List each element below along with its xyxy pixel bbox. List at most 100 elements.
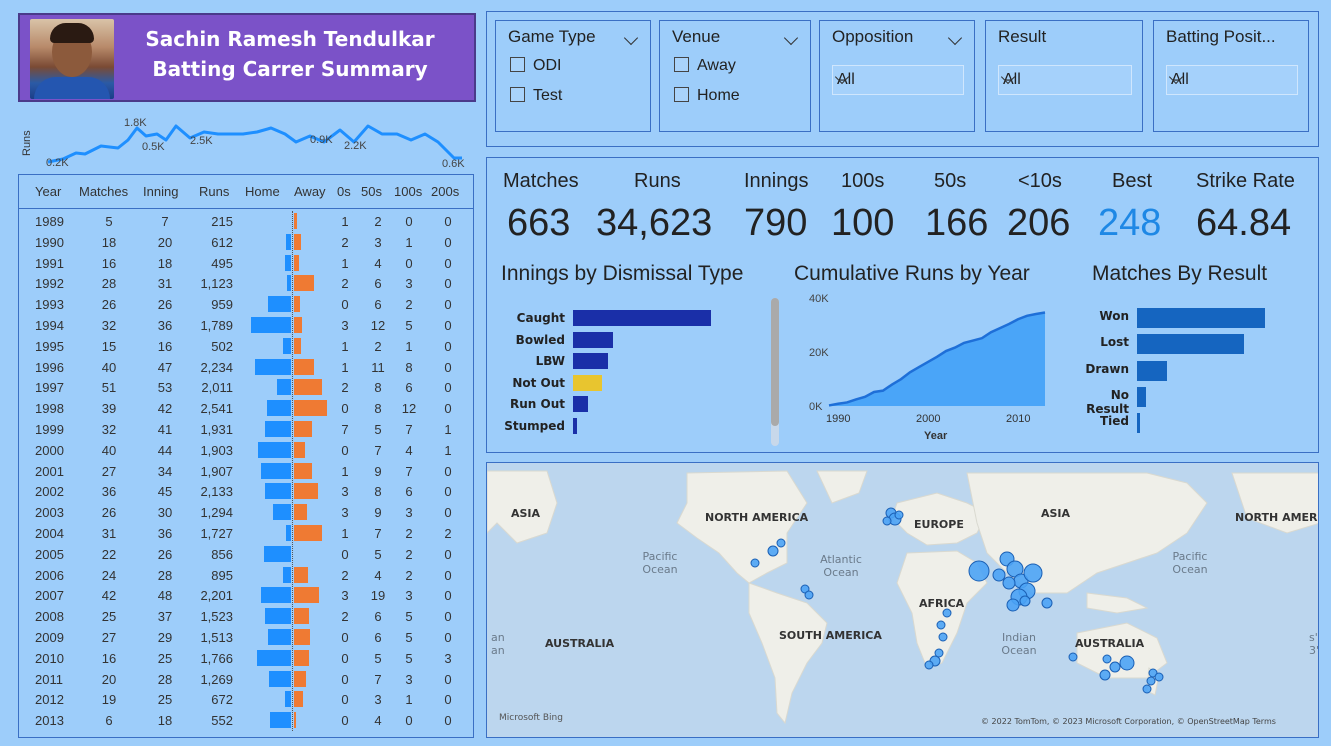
cell-matches: 51	[101, 380, 117, 396]
table-row[interactable]: 2006 24 28 895 2 4 2 0	[19, 565, 473, 586]
table-row[interactable]: 2013 6 18 552 0 4 0 0	[19, 710, 473, 731]
table-row[interactable]: 1989 5 7 215 1 2 0 0	[19, 211, 473, 232]
table-row[interactable]: 1993 26 26 959 0 6 2 0	[19, 294, 473, 315]
chevron-down-icon[interactable]	[783, 30, 799, 46]
venue-marker[interactable]	[882, 516, 892, 526]
col-matches[interactable]: Matches	[79, 184, 128, 199]
table-row[interactable]: 2012 19 25 672 0 3 1 0	[19, 689, 473, 710]
world-map-svg[interactable]	[487, 463, 1319, 738]
venue-marker[interactable]	[1119, 655, 1135, 671]
chevron-down-icon[interactable]	[947, 30, 963, 46]
venue-marker[interactable]	[1023, 563, 1043, 583]
table-row[interactable]: 1996 40 47 2,234 1 11 8 0	[19, 357, 473, 378]
opposition-dropdown[interactable]: All	[832, 65, 964, 95]
chevron-down-icon[interactable]	[623, 30, 639, 46]
col-home[interactable]: Home	[245, 184, 280, 199]
result-bar[interactable]	[1137, 334, 1244, 355]
table-row[interactable]: 1999 32 41 1,931 7 5 7 1	[19, 419, 473, 440]
venue-marker[interactable]	[936, 620, 946, 630]
col-away[interactable]: Away	[294, 184, 326, 199]
table-row[interactable]: 1997 51 53 2,011 2 8 6 0	[19, 377, 473, 398]
cell-innings: 34	[157, 463, 173, 479]
venue-marker[interactable]	[767, 545, 779, 557]
table-row[interactable]: 2010 16 25 1,766 0 5 5 3	[19, 648, 473, 669]
venue-marker[interactable]	[1109, 661, 1121, 673]
dismissal-bar[interactable]	[573, 353, 608, 369]
checkbox-test[interactable]: Test	[510, 87, 562, 105]
venue-marker[interactable]	[1099, 669, 1111, 681]
venue-marker[interactable]	[938, 632, 948, 642]
home-bar	[286, 525, 291, 541]
col-inning[interactable]: Inning	[143, 184, 178, 199]
dismissal-bar[interactable]	[573, 417, 577, 434]
dismissal-bar[interactable]	[573, 396, 588, 412]
venue-map[interactable]: ASIA NORTH AMERICA EUROPE ASIA NORTH AME…	[486, 462, 1319, 738]
result-dropdown[interactable]: All	[998, 65, 1132, 95]
result-bar[interactable]	[1137, 386, 1146, 407]
table-row[interactable]: 2009 27 29 1,513 0 6 5 0	[19, 627, 473, 648]
col-double-hundreds[interactable]: 200s	[431, 184, 459, 199]
checkbox-odi[interactable]: ODI	[510, 57, 561, 75]
venue-marker[interactable]	[968, 560, 990, 582]
venue-marker[interactable]	[992, 568, 1006, 582]
table-row[interactable]: 2005 22 26 856 0 5 2 0	[19, 544, 473, 565]
cell-zeros: 1	[341, 255, 349, 271]
venue-marker[interactable]	[804, 590, 814, 600]
cell-runs: 2,201	[200, 588, 233, 604]
col-zeros[interactable]: 0s	[337, 184, 351, 199]
home-bar	[267, 400, 291, 417]
table-row[interactable]: 2002 36 45 2,133 3 8 6 0	[19, 481, 473, 502]
venue-marker[interactable]	[1154, 672, 1164, 682]
col-year[interactable]: Year	[35, 184, 61, 199]
map-attribution[interactable]: © 2022 TomTom, © 2023 Microsoft Corporat…	[981, 717, 1276, 726]
venue-marker[interactable]	[1102, 654, 1112, 664]
table-row[interactable]: 1998 39 42 2,541 0 8 12 0	[19, 398, 473, 419]
scrollbar-thumb[interactable]	[771, 298, 779, 426]
checkbox-home[interactable]: Home	[674, 87, 740, 105]
table-row[interactable]: 2011 20 28 1,269 0 7 3 0	[19, 669, 473, 690]
col-fifties[interactable]: 50s	[361, 184, 382, 199]
cell-year: 1997	[35, 380, 64, 396]
result-label: No Result	[1086, 387, 1129, 416]
table-row[interactable]: 1992 28 31 1,123 2 6 3 0	[19, 273, 473, 294]
venue-marker[interactable]	[776, 538, 786, 548]
result-bar[interactable]	[1137, 308, 1265, 328]
batting-position-dropdown[interactable]: All	[1166, 65, 1298, 95]
table-row[interactable]: 1994 32 36 1,789 3 12 5 0	[19, 315, 473, 336]
map-label-asia: ASIA	[1041, 507, 1071, 520]
venue-marker[interactable]	[1142, 684, 1152, 694]
venue-marker[interactable]	[750, 558, 760, 568]
table-row[interactable]: 1991 16 18 495 1 4 0 0	[19, 253, 473, 274]
table-row[interactable]: 2003 26 30 1,294 3 9 3 0	[19, 502, 473, 523]
table-row[interactable]: 2000 40 44 1,903 0 7 4 1	[19, 440, 473, 461]
venue-marker[interactable]	[1006, 598, 1020, 612]
venue-marker[interactable]	[1019, 595, 1031, 607]
venue-marker[interactable]	[924, 660, 934, 670]
venue-marker[interactable]	[1002, 576, 1016, 590]
checkbox-away[interactable]: Away	[674, 57, 736, 75]
cell-zeros: 3	[341, 484, 349, 500]
table-row[interactable]: 2008 25 37 1,523 2 6 5 0	[19, 606, 473, 627]
dismissal-bar[interactable]	[573, 331, 614, 348]
dismissal-bar[interactable]	[573, 310, 711, 326]
col-hundreds[interactable]: 100s	[394, 184, 422, 199]
result-bar[interactable]	[1137, 360, 1167, 381]
table-row[interactable]: 1995 15 16 502 1 2 1 0	[19, 336, 473, 357]
venue-marker[interactable]	[934, 648, 944, 658]
table-row[interactable]: 2007 42 48 2,201 3 19 3 0	[19, 585, 473, 606]
table-row[interactable]: 2004 31 36 1,727 1 7 2 2	[19, 523, 473, 544]
venue-marker[interactable]	[942, 608, 952, 618]
venue-marker[interactable]	[1041, 597, 1053, 609]
venue-marker[interactable]	[1146, 676, 1156, 686]
table-row[interactable]: 1990 18 20 612 2 3 1 0	[19, 232, 473, 253]
home-bar	[265, 421, 291, 437]
dismissal-bar[interactable]	[573, 374, 602, 391]
scrollbar-track[interactable]	[771, 298, 779, 446]
table-row[interactable]: 2001 27 34 1,907 1 9 7 0	[19, 461, 473, 482]
cell-fifties: 5	[374, 422, 382, 437]
result-bar[interactable]	[1137, 413, 1140, 434]
map-edge-right: s'	[1309, 631, 1318, 644]
venue-marker[interactable]	[894, 510, 904, 520]
col-runs[interactable]: Runs	[199, 184, 229, 199]
venue-marker[interactable]	[1068, 652, 1078, 662]
